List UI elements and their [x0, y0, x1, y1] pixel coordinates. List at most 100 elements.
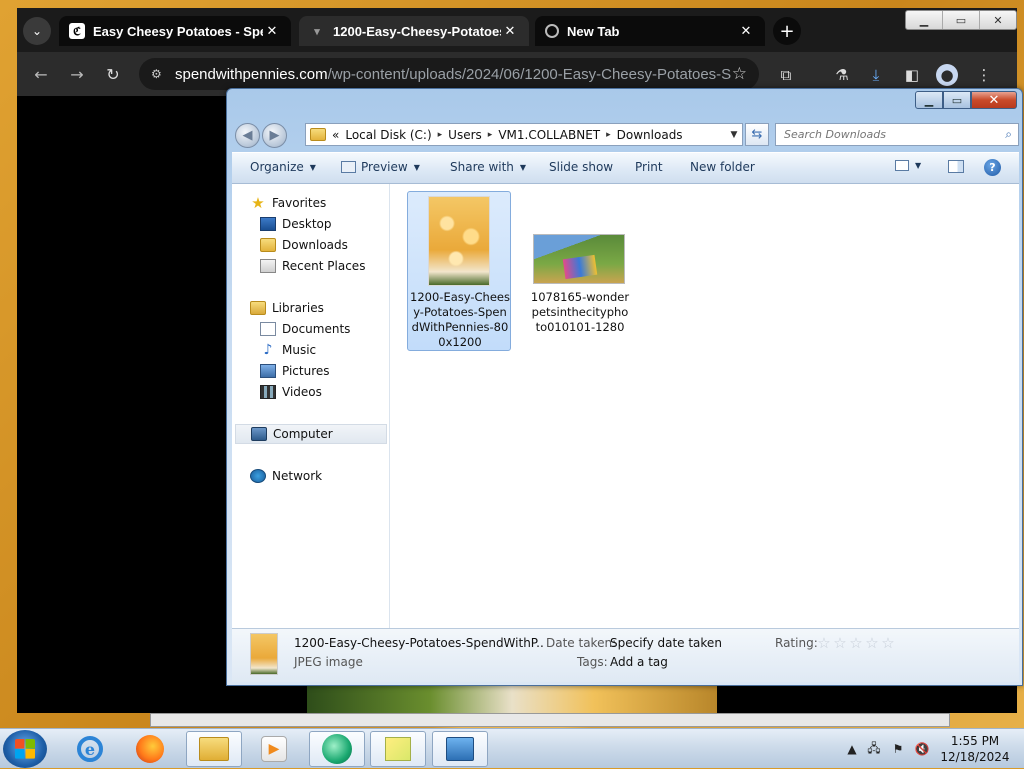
profile-avatar-icon[interactable]: ● — [936, 64, 958, 86]
start-button[interactable] — [3, 730, 47, 768]
address-dropdown-icon[interactable]: ▼ — [726, 130, 742, 140]
maximize-button[interactable]: ▭ — [943, 91, 971, 109]
arrow-left-icon: ← — [34, 64, 48, 84]
taskbar-firefox[interactable] — [122, 731, 178, 767]
search-box[interactable]: ⌕ — [775, 123, 1019, 146]
address-breadcrumb[interactable]: « Local Disk (C:) ▸ Users ▸ VM1.COLLABNE… — [305, 123, 743, 146]
breadcrumb-downloads[interactable]: Downloads — [617, 128, 683, 142]
nav-videos[interactable]: Videos — [260, 382, 322, 402]
refresh-button[interactable]: ⇆ — [745, 123, 769, 146]
menu-kebab-icon[interactable]: ⋮ — [973, 64, 995, 86]
date-taken-value[interactable]: Specify date taken — [610, 636, 722, 650]
tab-new-tab[interactable]: New Tab ✕ — [535, 16, 765, 46]
preview-pane-button[interactable] — [948, 160, 964, 173]
chevron-right-icon[interactable]: ▸ — [438, 130, 443, 140]
rating-stars[interactable]: ☆ ☆ ☆ ☆ ☆ — [816, 634, 896, 652]
close-tab-icon[interactable]: ✕ — [501, 23, 519, 39]
rating-star-icon[interactable]: ☆ — [848, 634, 864, 652]
change-view-button[interactable]: ▼ — [895, 160, 921, 171]
background-window-edge — [150, 713, 950, 727]
nav-downloads[interactable]: Downloads — [260, 235, 348, 255]
nav-recent-places[interactable]: Recent Places — [260, 256, 365, 276]
new-tab-button[interactable]: + — [773, 17, 801, 45]
nav-computer[interactable]: Computer — [235, 424, 387, 444]
tags-label: Tags: — [577, 655, 608, 669]
site-info-icon[interactable]: ⚙ — [151, 67, 175, 81]
nav-label: Documents — [282, 322, 351, 336]
close-button[interactable]: ✕ — [971, 91, 1017, 109]
nav-music[interactable]: ♪ Music — [260, 340, 317, 360]
tags-value[interactable]: Add a tag — [610, 655, 668, 669]
share-with-button[interactable]: Share with ▼ — [450, 160, 526, 174]
tab-image-active[interactable]: ▾ 1200-Easy-Cheesy-Potatoes-Sp ✕ — [299, 16, 529, 46]
preview-button[interactable]: Preview ▼ — [341, 160, 420, 174]
search-input[interactable] — [782, 127, 1006, 142]
back-button[interactable]: ◀ — [235, 123, 260, 148]
network-tray-icon[interactable]: 🖧 — [866, 741, 882, 757]
taskbar-remote-desktop[interactable] — [432, 731, 488, 767]
nav-network[interactable]: Network — [250, 466, 322, 486]
minimize-button[interactable]: ▁ — [915, 91, 943, 109]
breadcrumb-user-folder[interactable]: VM1.COLLABNET — [498, 128, 600, 142]
libraries-icon — [250, 301, 266, 315]
image-thumbnail — [428, 196, 490, 286]
side-panel-icon[interactable]: ◧ — [901, 64, 923, 86]
taskbar-chrome[interactable] — [309, 731, 365, 767]
bookmark-star-icon[interactable]: ☆ — [732, 64, 747, 84]
chevron-down-icon: ▼ — [915, 161, 922, 170]
nav-documents[interactable]: Documents — [260, 319, 350, 339]
rating-star-icon[interactable]: ☆ — [880, 634, 896, 652]
chevron-right-icon[interactable]: ▸ — [606, 130, 611, 140]
address-bar[interactable]: ⚙ spendwithpennies.com/wp-content/upload… — [139, 58, 759, 90]
nav-label: Network — [272, 469, 323, 483]
chevron-down-icon: ▼ — [519, 162, 527, 172]
nav-favorites[interactable]: ★ Favorites — [250, 193, 326, 213]
maximize-icon[interactable]: ▭ — [943, 11, 980, 29]
sticky-notes-icon — [385, 737, 411, 761]
breadcrumb-users[interactable]: Users — [448, 128, 482, 142]
nav-label: Downloads — [282, 238, 348, 252]
rating-star-icon[interactable]: ☆ — [816, 634, 832, 652]
show-hidden-icons-icon[interactable]: ▲ — [844, 741, 860, 757]
nav-desktop[interactable]: Desktop — [260, 214, 332, 234]
download-icon[interactable]: ⤓ — [865, 64, 887, 86]
reload-button[interactable]: ↻ — [101, 62, 125, 86]
new-folder-button[interactable]: New folder — [690, 160, 755, 174]
volume-muted-icon[interactable]: 🔇 — [914, 741, 930, 757]
minimize-icon[interactable]: ▁ — [906, 11, 943, 29]
close-icon[interactable]: ✕ — [980, 11, 1016, 29]
breadcrumb-local-disk[interactable]: Local Disk (C:) — [345, 128, 431, 142]
labs-flask-icon[interactable]: ⚗ — [831, 64, 853, 86]
forward-button[interactable]: → — [65, 62, 89, 86]
file-item-cheesy-potatoes[interactable]: 1200-Easy-Cheesy-Potatoes-SpendWithPenni… — [407, 191, 511, 351]
file-name: 1200-Easy-Cheesy-Potatoes-SpendWithPenni… — [410, 290, 510, 349]
organize-button[interactable]: Organize ▼ — [250, 160, 316, 174]
file-item-wonderpets[interactable]: 1078165-wonderpetsinthecityphoto010101-1… — [527, 191, 631, 351]
details-thumbnail — [250, 633, 278, 675]
taskbar-clock[interactable]: 1:55 PM 12/18/2024 — [932, 733, 1018, 765]
explorer-nav-bar: ◀ ▶ « Local Disk (C:) ▸ Users ▸ VM1.COLL… — [233, 121, 1019, 149]
taskbar-windows-explorer[interactable] — [186, 731, 242, 767]
breadcrumb-overflow[interactable]: « — [332, 128, 339, 142]
close-tab-icon[interactable]: ✕ — [737, 23, 755, 39]
nav-libraries[interactable]: Libraries — [250, 298, 324, 318]
chevron-down-icon: ▼ — [309, 162, 316, 172]
nav-label: Favorites — [272, 196, 327, 210]
help-button[interactable]: ? — [984, 159, 1001, 176]
rating-star-icon[interactable]: ☆ — [832, 634, 848, 652]
taskbar-sticky-notes[interactable] — [370, 731, 426, 767]
taskbar-internet-explorer[interactable]: e — [62, 731, 118, 767]
action-center-flag-icon[interactable]: ⚑ — [890, 741, 906, 757]
slide-show-button[interactable]: Slide show — [549, 160, 613, 174]
extensions-icon[interactable]: ⧉ — [775, 64, 797, 86]
close-tab-icon[interactable]: ✕ — [263, 23, 281, 39]
nav-pictures[interactable]: Pictures — [260, 361, 330, 381]
back-button[interactable]: ← — [29, 62, 53, 86]
forward-button[interactable]: ▶ — [262, 123, 287, 148]
rating-star-icon[interactable]: ☆ — [864, 634, 880, 652]
chevron-right-icon[interactable]: ▸ — [488, 130, 493, 140]
tab-easy-cheesy-potatoes[interactable]: ℭ Easy Cheesy Potatoes - Spend ✕ — [59, 16, 291, 46]
taskbar-media-player[interactable]: ▶ — [246, 731, 302, 767]
print-button[interactable]: Print — [635, 160, 663, 174]
tab-search-button[interactable]: ⌄ — [23, 17, 51, 45]
